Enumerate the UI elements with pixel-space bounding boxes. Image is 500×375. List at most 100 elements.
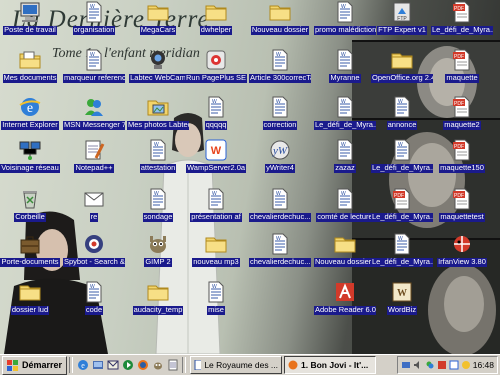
desktop-icon-le-defi-de-myra[interactable]: PDF Le_défi_de_Myra... bbox=[371, 187, 433, 222]
desktop-icon-label: sondage bbox=[142, 213, 174, 222]
desktop-icon-maquette150[interactable]: PDF maquette150 bbox=[432, 138, 492, 173]
quicklaunch-notepad-icon[interactable] bbox=[166, 359, 179, 372]
wamp-tray-icon[interactable] bbox=[449, 360, 459, 370]
desktop-icon-maquettetest[interactable]: PDF maquettetest bbox=[432, 187, 492, 222]
desktop-icon-dossier-lud[interactable]: dossier lud bbox=[0, 280, 60, 315]
quicklaunch-outlook-icon[interactable] bbox=[106, 359, 119, 372]
desktop-icon-label: Notepad++ bbox=[74, 164, 114, 173]
desktop-icon-wampserver2-0a[interactable]: W WampServer2.0a bbox=[185, 138, 247, 173]
svg-text:W: W bbox=[211, 145, 222, 157]
start-button[interactable]: Démarrer bbox=[2, 355, 68, 375]
desktop-icon-mes-documents[interactable]: Mes documents bbox=[0, 48, 60, 83]
msn-tray-icon[interactable] bbox=[425, 360, 435, 370]
taskbar-separator bbox=[69, 357, 74, 373]
desktop-icon-marqueur-referenceur[interactable]: Wmarqueur referenceur bbox=[63, 48, 125, 83]
desktop-icon-irfanview-3-80[interactable]: IrfanView 3.80 bbox=[432, 232, 492, 267]
desktop-icon-le-defi-de-myra[interactable]: W Le_défi_de_Myra... bbox=[371, 232, 433, 267]
svg-text:PDF: PDF bbox=[394, 193, 404, 199]
desktop-icon-chevalierdechuc[interactable]: Wchevalierdechuc... bbox=[249, 187, 311, 222]
desktop-icon-sondage[interactable]: Wsondage bbox=[128, 187, 188, 222]
desktop-icon-le-defi-de-myra[interactable]: W Le_défi_de_Myra... bbox=[314, 95, 376, 130]
clock: 16:48 bbox=[472, 360, 494, 370]
svg-text:W: W bbox=[398, 99, 403, 105]
doc-icon: W bbox=[337, 1, 353, 23]
svg-text:W: W bbox=[90, 284, 95, 290]
volume-tray-icon[interactable] bbox=[413, 360, 423, 370]
desktop[interactable]: La Dernière Terre Tome 1 : l'enfant meri… bbox=[0, 0, 500, 354]
svg-text:W: W bbox=[90, 4, 95, 10]
desktop-icon-le-defi-de-myra[interactable]: PDF Le_défi_de_Myra... bbox=[431, 0, 493, 35]
desktop-icon-chevalierdechuc[interactable]: Wchevalierdechuc... bbox=[249, 232, 311, 267]
security-tray-icon[interactable] bbox=[461, 360, 471, 370]
desktop-icon-qqqqq[interactable]: Wqqqqq bbox=[186, 95, 246, 130]
desktop-icon-label: chevalierdechuc... bbox=[249, 258, 311, 267]
desktop-icon-wordbiz[interactable]: W WordBiz bbox=[372, 280, 432, 315]
quicklaunch-media-icon[interactable] bbox=[121, 359, 134, 372]
computer-icon bbox=[20, 2, 40, 22]
desktop-icon-mise[interactable]: Wmise bbox=[186, 280, 246, 315]
folder-icon bbox=[147, 285, 169, 301]
desktop-icon-organisation[interactable]: Worganisation bbox=[64, 0, 124, 35]
quicklaunch-ie-icon[interactable]: e bbox=[76, 359, 89, 372]
doc-icon: W bbox=[208, 281, 224, 303]
network-tray-icon[interactable] bbox=[401, 360, 411, 370]
desktop-icon-promo-malediction[interactable]: Wpromo malédiction bbox=[314, 0, 376, 35]
desktop-icon-maquette[interactable]: PDF maquette bbox=[432, 48, 492, 83]
desktop-icon-spybot-search-destroy[interactable]: Spybot - Search & Destroy bbox=[63, 232, 125, 267]
ywriter-icon: yW bbox=[270, 140, 290, 160]
doc-icon: W bbox=[272, 49, 288, 71]
desktop-icon-correction[interactable]: Wcorrection bbox=[250, 95, 310, 130]
quicklaunch-firefox-icon[interactable] bbox=[136, 359, 149, 372]
desktop-icon-nouveau-dossier-2[interactable]: Nouveau dossier (2) bbox=[314, 232, 376, 267]
desktop-icon-corbeille[interactable]: Corbeille bbox=[0, 187, 60, 222]
desktop-icon-porte-documents[interactable]: Porte-documents bbox=[0, 232, 60, 267]
desktop-icon-comte-de-lecture[interactable]: Wcomté de lecture bbox=[315, 187, 375, 222]
desktop-icon-run-pageplus-se-1-0[interactable]: Run PagePlus SE 1.0 bbox=[185, 48, 247, 83]
folder-icon bbox=[147, 5, 169, 21]
desktop-icon-audacity-temp[interactable]: audacity_temp bbox=[128, 280, 188, 315]
desktop-icon-poste-de-travail[interactable]: Poste de travail bbox=[0, 0, 60, 35]
desktop-icon-megacars[interactable]: MegaCars bbox=[128, 0, 188, 35]
desktop-icon-msn-messenger-7-0[interactable]: MSN Messenger 7.0 bbox=[63, 95, 125, 130]
desktop-icon-dwhelper[interactable]: dwhelper bbox=[186, 0, 246, 35]
quicklaunch-desktop-icon[interactable] bbox=[91, 359, 104, 372]
taskbar-window-button[interactable]: Le Royaume des ... bbox=[190, 356, 283, 374]
desktop-icon-openoffice-org-2-4-fr-installation-files[interactable]: OpenOffice.org 2.4 (fr) Installation Fil… bbox=[371, 48, 433, 83]
desktop-icon-nouveau-dossier[interactable]: Nouveau dossier bbox=[250, 0, 310, 35]
desktop-icon-label: Mes documents bbox=[2, 74, 58, 83]
desktop-icon-re[interactable]: re bbox=[64, 187, 124, 222]
desktop-icon-notepad[interactable]: Notepad++ bbox=[64, 138, 124, 173]
desktop-icon-presentation-af[interactable]: Wprésentation af bbox=[186, 187, 246, 222]
desktop-icon-voisinage-reseau[interactable]: Voisinage réseau bbox=[0, 138, 60, 173]
desktop-icon-nouveau-mp3[interactable]: nouveau mp3 bbox=[186, 232, 246, 267]
desktop-icon-mes-photos-labtec[interactable]: Mes photos Labtec bbox=[127, 95, 189, 130]
desktop-icon-label: Nouveau dossier bbox=[250, 26, 310, 35]
desktop-icon-ftp-expert-v1[interactable]: FTP FTP Expert v1 bbox=[372, 0, 432, 35]
svg-text:PDF: PDF bbox=[454, 54, 464, 60]
quicklaunch-gimp-icon[interactable] bbox=[151, 359, 164, 372]
pdf-icon: PDF bbox=[453, 96, 470, 118]
desktop-icon-label: nouveau mp3 bbox=[192, 258, 240, 267]
antivirus-tray-icon[interactable] bbox=[437, 360, 447, 370]
msn-icon bbox=[85, 99, 103, 116]
desktop-icon-label: zazaz bbox=[334, 164, 356, 173]
desktop-icon-label: promo malédiction bbox=[314, 26, 376, 35]
desktop-icon-annonce[interactable]: Wannonce bbox=[372, 95, 432, 130]
desktop-icon-label: qqqqq bbox=[204, 121, 228, 130]
desktop-icon-attestation[interactable]: Wattestation bbox=[128, 138, 188, 173]
desktop-icon-internet-explorer[interactable]: e Internet Explorer bbox=[0, 95, 60, 130]
desktop-icon-label: présentation af bbox=[190, 213, 242, 222]
desktop-icon-gimp-2[interactable]: GIMP 2 bbox=[128, 232, 188, 267]
desktop-icon-maquette2[interactable]: PDF maquette2 bbox=[432, 95, 492, 130]
doc-icon: W bbox=[337, 188, 353, 210]
desktop-icon-labtec-webcam[interactable]: Labtec WebCam bbox=[128, 48, 188, 83]
desktop-icon-zazaz[interactable]: Wzazaz bbox=[315, 138, 375, 173]
desktop-icon-article-300correctatoo-1[interactable]: W Article 300correcTatoo[1] bbox=[249, 48, 311, 83]
desktop-icon-ywriter4[interactable]: yW yWriter4 bbox=[250, 138, 310, 173]
desktop-icon-code[interactable]: Wcode bbox=[64, 280, 124, 315]
desktop-icon-label: audacity_temp bbox=[132, 306, 184, 315]
desktop-icon-myranne[interactable]: W Myranne bbox=[315, 48, 375, 83]
desktop-icon-adobe-reader-6-0[interactable]: Adobe Reader 6.0 bbox=[314, 280, 376, 315]
desktop-icon-le-defi-de-myra[interactable]: W Le_défi_de_Myra... bbox=[371, 138, 433, 173]
taskbar-window-button[interactable]: 1. Bon Jovi - It'... bbox=[284, 356, 377, 374]
